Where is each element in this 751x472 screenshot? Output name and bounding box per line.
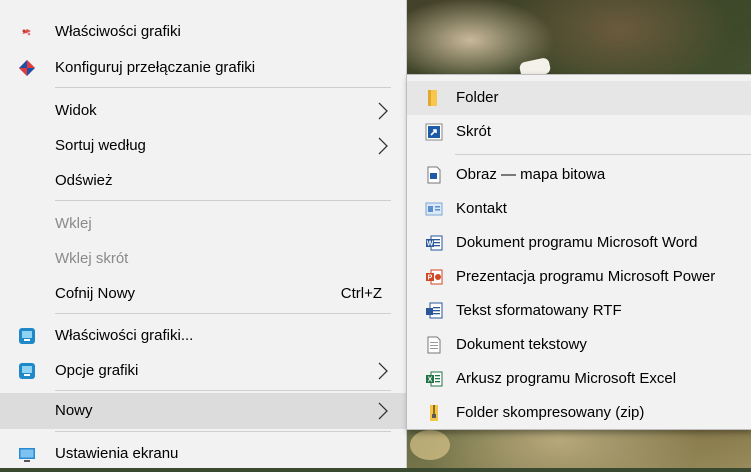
new-submenu: Folder Skrót Obraz — mapa bitowa Kontakt… bbox=[406, 74, 751, 430]
bitmap-icon bbox=[425, 166, 443, 184]
chevron-right-icon bbox=[376, 361, 390, 381]
menu-item-undo-new[interactable]: Cofnij Nowy Ctrl+Z bbox=[0, 276, 406, 312]
menu-item-graphics-properties[interactable]: Właściwości grafiki bbox=[0, 14, 406, 50]
menu-item-display-settings[interactable]: Ustawienia ekranu bbox=[0, 436, 406, 472]
svg-text:X: X bbox=[428, 377, 433, 384]
rtf-icon bbox=[425, 302, 443, 320]
menu-item-label: Widok bbox=[55, 102, 97, 119]
submenu-item-label: Dokument programu Microsoft Word bbox=[456, 234, 698, 251]
menu-item-label: Ustawienia ekranu bbox=[55, 445, 179, 462]
display-icon bbox=[18, 445, 36, 463]
submenu-item-label: Folder skompresowany (zip) bbox=[456, 404, 645, 421]
chevron-right-icon bbox=[376, 401, 390, 421]
menu-separator bbox=[55, 431, 391, 432]
submenu-item-label: Kontakt bbox=[456, 200, 507, 217]
menu-item-label: Wklej bbox=[55, 215, 92, 232]
contact-icon bbox=[425, 200, 443, 218]
graphics-monitor-icon bbox=[18, 362, 36, 380]
menu-item-refresh[interactable]: Odśwież bbox=[0, 163, 406, 199]
graphics-monitor-icon bbox=[18, 327, 36, 345]
menu-item-label: Cofnij Nowy bbox=[55, 285, 136, 302]
submenu-item-powerpoint-presentation[interactable]: P Prezentacja programu Microsoft Power bbox=[407, 260, 751, 294]
submenu-item-contact[interactable]: Kontakt bbox=[407, 192, 751, 226]
menu-separator bbox=[55, 390, 391, 391]
submenu-item-rtf-document[interactable]: Tekst sformatowany RTF bbox=[407, 294, 751, 328]
desktop-context-menu: Właściwości grafiki Konfiguruj przełącza… bbox=[0, 0, 407, 468]
menu-item-sort-by[interactable]: Sortuj według bbox=[0, 128, 406, 164]
menu-item-graphics-options[interactable]: Opcje grafiki bbox=[0, 353, 406, 389]
chevron-right-icon bbox=[376, 136, 390, 156]
word-icon: W bbox=[425, 234, 443, 252]
zip-folder-icon bbox=[425, 404, 443, 422]
menu-item-label: Właściwości grafiki... bbox=[55, 327, 194, 344]
menu-item-graphics-properties-dialog[interactable]: Właściwości grafiki... bbox=[0, 318, 406, 354]
powerpoint-icon: P bbox=[425, 268, 443, 286]
menu-item-label: Odśwież bbox=[55, 172, 113, 189]
text-document-icon bbox=[425, 336, 443, 354]
menu-item-label: Właściwości grafiki bbox=[55, 23, 181, 40]
excel-icon: X bbox=[425, 370, 443, 388]
menu-item-label: Opcje grafiki bbox=[55, 362, 139, 379]
menu-item-label: Wklej skrót bbox=[55, 250, 129, 267]
menu-item-label: Nowy bbox=[55, 402, 93, 419]
submenu-item-label: Dokument tekstowy bbox=[456, 336, 587, 353]
submenu-item-label: Obraz — mapa bitowa bbox=[456, 166, 606, 183]
submenu-item-label: Arkusz programu Microsoft Excel bbox=[456, 370, 677, 387]
shortcut-icon bbox=[425, 123, 443, 141]
menu-separator bbox=[55, 313, 391, 314]
submenu-item-label: Folder bbox=[456, 89, 499, 106]
svg-text:P: P bbox=[428, 275, 433, 282]
submenu-item-bitmap-image[interactable]: Obraz — mapa bitowa bbox=[407, 158, 751, 192]
menu-item-shortcut: Ctrl+Z bbox=[340, 285, 382, 302]
submenu-item-label: Tekst sformatowany RTF bbox=[456, 302, 622, 319]
wallpaper-detail bbox=[410, 430, 450, 460]
menu-item-configure-graphics-switching[interactable]: Konfiguruj przełączanie grafiki bbox=[0, 50, 406, 86]
submenu-item-label: Skrót bbox=[456, 123, 492, 140]
menu-item-paste-shortcut[interactable]: Wklej skrót bbox=[0, 241, 406, 277]
intel-graphics-icon bbox=[18, 23, 36, 41]
submenu-item-folder[interactable]: Folder bbox=[407, 81, 751, 115]
menu-item-paste[interactable]: Wklej bbox=[0, 206, 406, 242]
menu-item-view[interactable]: Widok bbox=[0, 93, 406, 129]
menu-separator bbox=[55, 87, 391, 88]
submenu-separator bbox=[455, 154, 751, 155]
submenu-item-compressed-folder[interactable]: Folder skompresowany (zip) bbox=[407, 396, 751, 430]
submenu-item-word-document[interactable]: W Dokument programu Microsoft Word bbox=[407, 226, 751, 260]
menu-item-label: Sortuj według bbox=[55, 137, 146, 154]
chevron-right-icon bbox=[376, 101, 390, 121]
menu-item-label: Konfiguruj przełączanie grafiki bbox=[55, 59, 256, 76]
submenu-item-label: Prezentacja programu Microsoft Power bbox=[456, 268, 716, 285]
folder-icon bbox=[425, 89, 443, 107]
amd-graphics-icon bbox=[18, 59, 36, 77]
submenu-item-excel-spreadsheet[interactable]: X Arkusz programu Microsoft Excel bbox=[407, 362, 751, 396]
submenu-item-text-document[interactable]: Dokument tekstowy bbox=[407, 328, 751, 362]
svg-text:W: W bbox=[427, 241, 434, 248]
menu-item-new[interactable]: Nowy bbox=[0, 393, 406, 429]
submenu-item-shortcut[interactable]: Skrót bbox=[407, 115, 751, 149]
menu-separator bbox=[55, 200, 391, 201]
